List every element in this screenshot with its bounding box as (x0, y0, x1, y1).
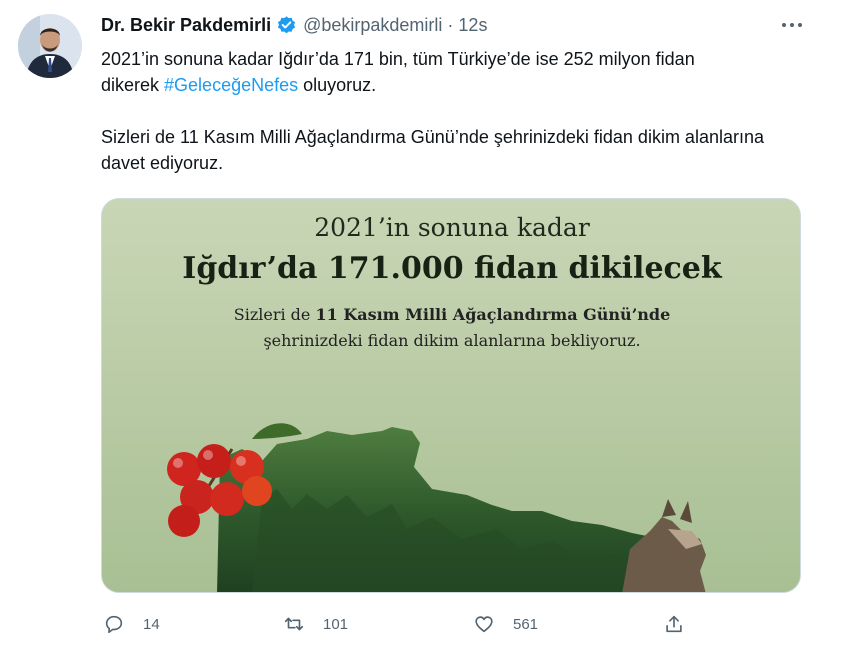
reply-button[interactable]: 14 (103, 608, 160, 640)
tweet-text-paragraph2: Sizleri de 11 Kasım Milli Ağaçlandırma G… (101, 127, 764, 173)
avatar[interactable] (18, 14, 82, 78)
verified-badge-icon (278, 15, 296, 33)
media-subtitle-line1: Sizleri de 11 Kasım Milli Ağaçlandırma G… (102, 305, 800, 324)
timestamp[interactable]: 12s (458, 15, 487, 36)
more-options-button[interactable] (772, 12, 812, 38)
author-name[interactable]: Dr. Bekir Pakdemirli (101, 15, 271, 36)
media-title-line2: Iğdır’da 171.000 fidan dikilecek (182, 251, 722, 286)
media-subtitle-bold: 11 Kasım Milli Ağaçlandırma Günü’nde (315, 305, 671, 324)
tweet-text-line2: dikerek #GeleceğeNefes oluyoruz. (101, 72, 821, 98)
share-icon (666, 615, 682, 633)
retweet-count: 101 (323, 615, 349, 633)
media-subtitle-line2: şehrinizdeki fidan dikim alanlarına bekl… (263, 331, 641, 350)
more-dots-icon (782, 23, 802, 27)
reply-count: 14 (143, 615, 160, 633)
tweet-header: Dr. Bekir Pakdemirli @bekirpakdemirli · … (101, 12, 487, 38)
author-handle[interactable]: @bekirpakdemirli (303, 15, 442, 36)
retweet-icon (284, 617, 304, 631)
media-subtitle-start: Sizleri de (233, 305, 316, 324)
reply-icon (105, 615, 123, 634)
share-button[interactable] (663, 608, 685, 640)
tweet-actions: 14 101 561 (101, 608, 701, 640)
retweet-button[interactable]: 101 (283, 608, 348, 640)
tweet-text: 2021’in sonuna kadar Iğdır’da 171 bin, t… (101, 46, 821, 176)
like-count: 561 (513, 615, 539, 633)
tweet-media-image[interactable]: 2021’in sonuna kadar Iğdır’da 171.000 fi… (101, 198, 801, 593)
tweet-text-line2-start: dikerek (101, 75, 165, 95)
avatar-image (18, 14, 82, 78)
tweet-text-line2-end: oluyoruz. (298, 75, 377, 95)
hashtag-link[interactable]: #GeleceğeNefes (164, 75, 298, 95)
media-title-line1: 2021’in sonuna kadar (314, 213, 590, 242)
tweet: Dr. Bekir Pakdemirli @bekirpakdemirli · … (0, 0, 850, 659)
heart-icon (475, 616, 493, 633)
like-button[interactable]: 561 (473, 608, 538, 640)
separator-dot: · (447, 14, 454, 35)
tweet-text-line1: 2021’in sonuna kadar Iğdır’da 171 bin, t… (101, 49, 695, 69)
